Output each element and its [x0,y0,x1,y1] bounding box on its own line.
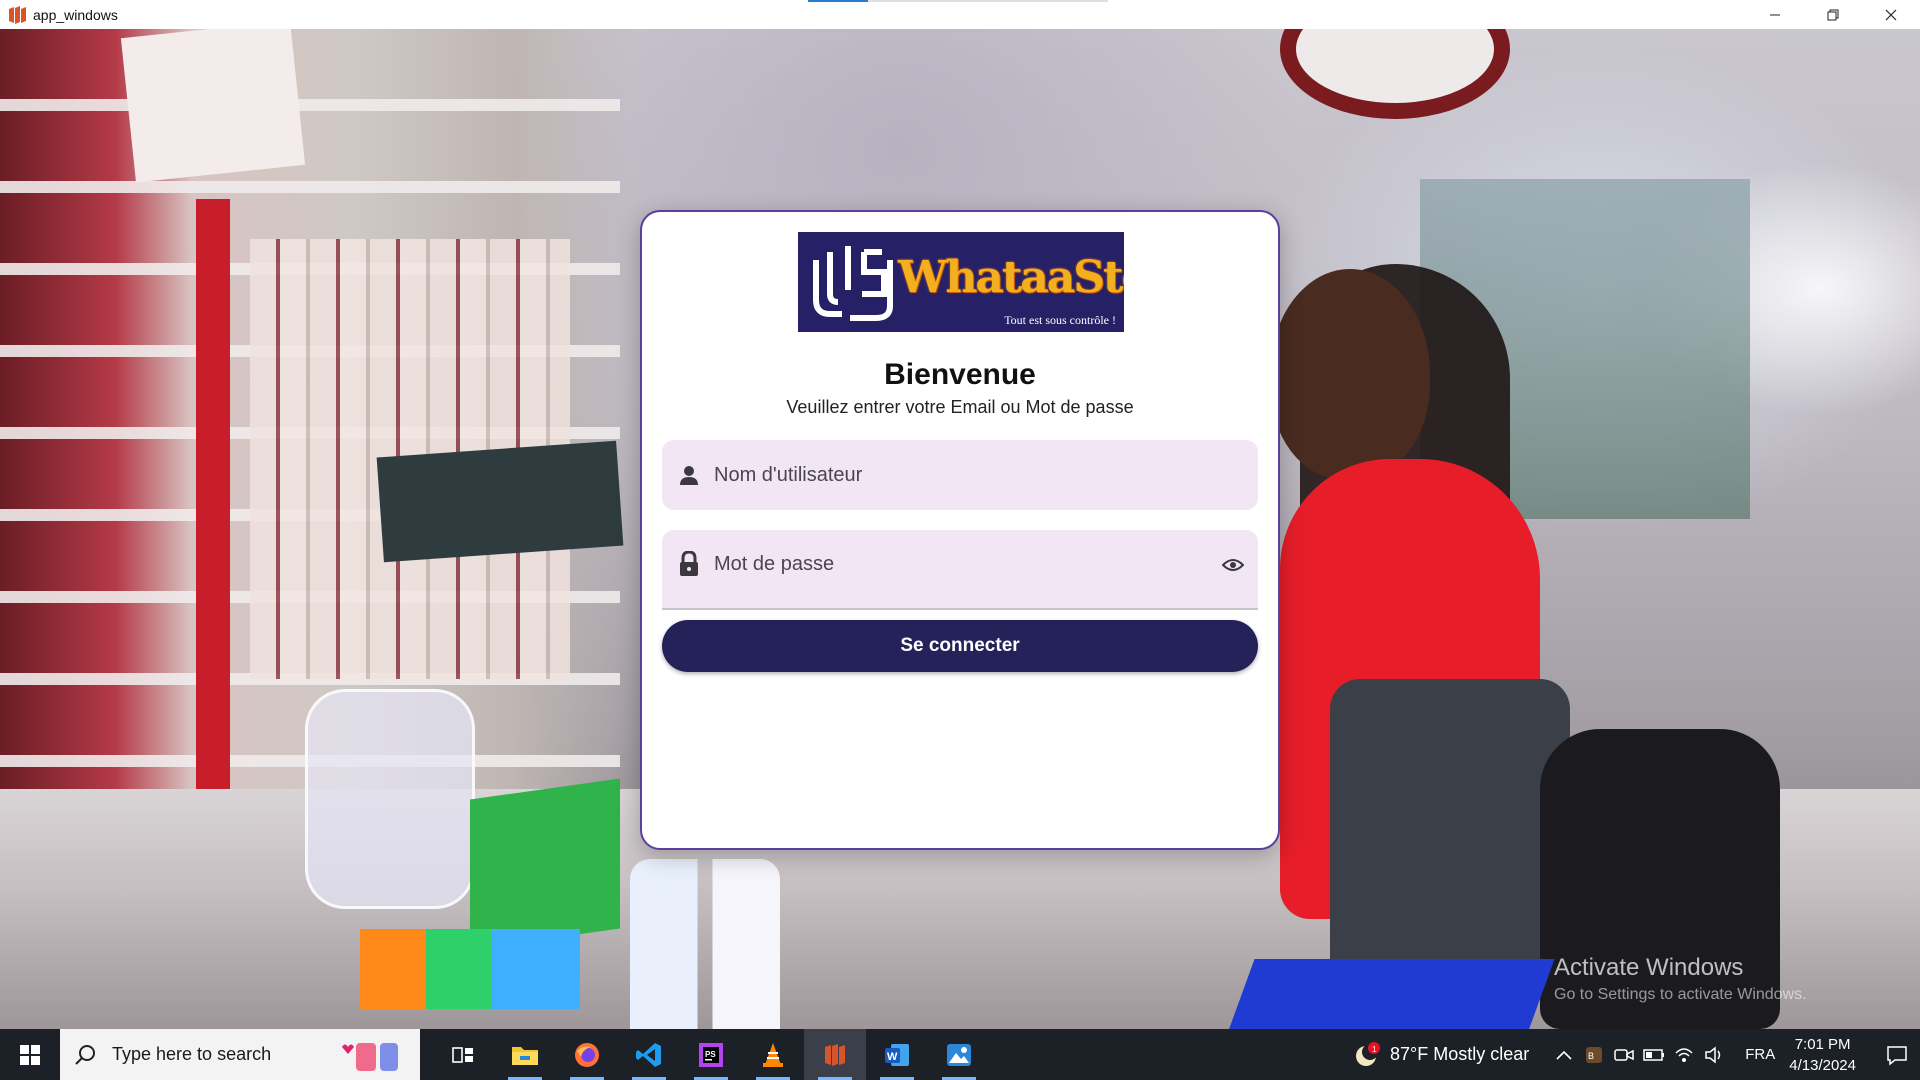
cashier-apron [1330,679,1570,979]
windows-logo-icon [20,1044,40,1065]
meet-now-button[interactable] [1613,1044,1635,1066]
lock-icon [676,551,702,577]
person-icon [676,462,702,488]
file-explorer-button[interactable] [494,1029,556,1080]
task-view-icon [452,1046,473,1063]
close-button[interactable] [1862,0,1920,29]
tray-icons: B [1553,1044,1725,1066]
weather-text: 87°F Mostly clear [1390,1044,1530,1064]
vlc-icon [763,1042,783,1067]
watermark-title: Activate Windows [1554,954,1744,981]
search-placeholder: Type here to search [112,1044,272,1064]
app-logo-icon [8,5,26,24]
firefox-button[interactable] [556,1029,618,1080]
photos-button[interactable] [928,1029,990,1080]
window-controls [1746,0,1920,29]
cashier-head [1270,269,1430,479]
camera-icon [1614,1048,1635,1061]
brand-logo: WhataaStock Tout est sous contrôle ! [798,232,1124,332]
svg-text:PS: PS [705,1050,716,1059]
wifi-icon [1675,1047,1693,1062]
photos-icon [947,1043,971,1066]
window-title: app_windows [33,6,118,23]
username-placeholder: Nom d'utilisateur [714,463,863,486]
show-password-toggle[interactable] [1221,556,1245,574]
word-button[interactable]: W [866,1029,928,1080]
phpstorm-button[interactable]: PS [680,1029,742,1080]
restore-button[interactable] [1804,0,1862,29]
minimize-button[interactable] [1746,0,1804,29]
clock-date: 4/13/2024 [1789,1056,1856,1074]
battery-icon [1643,1048,1665,1061]
activation-watermark: Activate Windows Go to Settings to activ… [1554,954,1807,1004]
search-highlight-icon [342,1043,398,1071]
show-hidden-icons-button[interactable] [1553,1044,1575,1066]
username-field[interactable]: Nom d'utilisateur [662,440,1258,510]
welcome-subtitle: Veuillez entrer votre Email ou Mot de pa… [786,397,1134,417]
login-card: WhataaStock Tout est sous contrôle ! Bie… [640,210,1280,850]
logo-mark-icon [813,246,893,321]
svg-text:W: W [887,1051,898,1063]
system-tray: 1 87°F Mostly clear B FRA 7:01 PM 4/13/2… [1352,1029,1920,1080]
password-field[interactable]: Mot de passe [662,530,1258,610]
restore-icon [1827,9,1839,20]
phpstorm-icon: PS [699,1042,723,1067]
blue-tray [1225,959,1555,1029]
password-placeholder: Mot de passe [714,552,835,575]
search-icon [75,1044,95,1065]
input-language[interactable]: FRA [1745,1046,1775,1063]
svg-text:B: B [1588,1051,1594,1061]
tray-app-button[interactable]: B [1583,1044,1605,1066]
watermark-subtitle: Go to Settings to activate Windows. [1554,986,1807,1003]
vlc-button[interactable] [742,1029,804,1080]
tray-app-icon: B [1586,1046,1603,1063]
candy-blocks [360,929,580,1009]
speaker-icon [1705,1045,1721,1064]
candy-jar [305,689,475,909]
bottles [630,859,780,1029]
weather-widget[interactable]: 1 87°F Mostly clear [1352,1040,1529,1070]
start-button[interactable] [0,1029,60,1080]
taskbar-clock[interactable]: 7:01 PM 4/13/2024 [1789,1034,1856,1076]
taskbar-search[interactable]: Type here to search [60,1029,420,1080]
taskbar: Type here to search PS W 1 87°F Mostly c… [0,1029,1920,1080]
word-icon: W [885,1043,909,1066]
brand-name: WhataaStock [898,252,1124,303]
network-button[interactable] [1673,1044,1695,1066]
app-windows-button[interactable] [804,1029,866,1080]
vscode-icon [636,1042,661,1067]
vscode-button[interactable] [618,1029,680,1080]
minimize-icon [1770,14,1780,15]
title-bar: app_windows [0,0,1920,29]
battery-button[interactable] [1643,1044,1665,1066]
welcome-heading: Bienvenue [884,358,1036,391]
file-explorer-icon [512,1046,538,1065]
svg-text:1: 1 [1372,1045,1377,1054]
volume-button[interactable] [1703,1044,1725,1066]
firefox-icon [575,1042,599,1067]
weather-moon-icon: 1 [1356,1041,1381,1066]
eye-icon [1221,559,1245,571]
chevron-up-icon [1556,1050,1572,1060]
login-button[interactable]: Se connecter [662,620,1258,672]
clock-time: 7:01 PM [1794,1035,1851,1053]
brand-tagline: Tout est sous contrôle ! [1004,313,1116,327]
store-sign [120,29,306,183]
gift-box [470,778,620,950]
pinned-apps: PS W [432,1029,990,1080]
close-icon [1885,9,1897,20]
notifications-button[interactable] [1874,1029,1920,1080]
app-windows-icon [825,1043,845,1066]
task-view-button[interactable] [432,1029,494,1080]
pos-display [376,440,624,563]
loading-indicator [808,0,1108,2]
wall-clock [1280,29,1510,119]
notification-icon [1887,1045,1907,1066]
